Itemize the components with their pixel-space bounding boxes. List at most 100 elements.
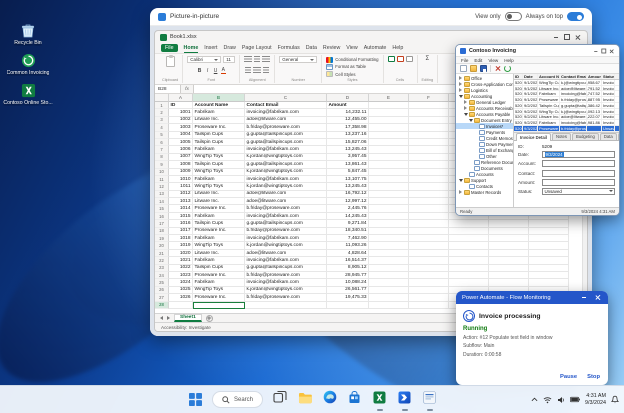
- cell-D7[interactable]: 13,245.43: [327, 146, 369, 154]
- align-center-icon[interactable]: [253, 67, 262, 73]
- tab-data[interactable]: Data: [599, 132, 617, 140]
- cell-D19[interactable]: 7,462.90: [327, 235, 369, 243]
- delete-icon[interactable]: [494, 65, 501, 72]
- row-header-23[interactable]: 23: [155, 264, 169, 272]
- ribbon-tab-automate[interactable]: Automate: [364, 45, 387, 51]
- row-header-8[interactable]: 8: [155, 153, 169, 162]
- sheet-nav-right-icon[interactable]: [167, 316, 170, 320]
- cell-E19[interactable]: [369, 235, 409, 243]
- desktop-icon-common-invoicing[interactable]: Common Invoicing: [2, 52, 54, 76]
- notifications-bell-icon[interactable]: [611, 395, 619, 404]
- wifi-icon[interactable]: [543, 396, 552, 404]
- cell-C19[interactable]: invoicing@fabrikam.com: [245, 235, 327, 243]
- row-header-26[interactable]: 26: [155, 286, 169, 295]
- align-top-icon[interactable]: [244, 56, 253, 62]
- start-button[interactable]: [185, 389, 205, 411]
- cell-A5[interactable]: 1004: [169, 131, 193, 139]
- always-on-top-toggle[interactable]: [567, 12, 584, 21]
- cell-F2[interactable]: [409, 109, 449, 117]
- maximize-icon[interactable]: [562, 33, 571, 41]
- amount-field[interactable]: [542, 178, 615, 186]
- row-header-28[interactable]: 28: [155, 301, 169, 309]
- cell-D26[interactable]: 26,561.77: [327, 286, 369, 295]
- row-header-21[interactable]: 21: [155, 249, 169, 258]
- tree-item-cross-application-components[interactable]: Cross-Application Components: [456, 81, 513, 87]
- cell-H24[interactable]: [489, 271, 529, 280]
- cell-I24[interactable]: [529, 271, 569, 280]
- font-color-button[interactable]: A: [220, 67, 226, 74]
- cell-C22[interactable]: invoicing@fabrikam.com: [245, 257, 327, 265]
- row-header-25[interactable]: 25: [155, 279, 169, 287]
- cell-F15[interactable]: [409, 205, 449, 213]
- cell-D16[interactable]: 14,245.43: [327, 212, 369, 221]
- cell-D8[interactable]: 3,957.45: [327, 153, 369, 162]
- tree-arrow-icon[interactable]: [458, 76, 463, 81]
- column-header-D[interactable]: D: [327, 94, 369, 102]
- cell-F24[interactable]: [409, 271, 449, 280]
- cell-E4[interactable]: [369, 124, 409, 132]
- desktop-icon-recycle-bin[interactable]: Recycle Bin: [2, 22, 54, 46]
- cell-A28[interactable]: [169, 301, 193, 309]
- menu-view[interactable]: View: [488, 58, 498, 63]
- cell-C7[interactable]: invoicing@fabrikam.com: [245, 146, 327, 154]
- cell-B22[interactable]: Fabrikam: [193, 257, 245, 265]
- cell-H21[interactable]: [489, 249, 529, 258]
- cell-H19[interactable]: [489, 235, 529, 243]
- cell-G21[interactable]: [449, 249, 489, 258]
- cell-A11[interactable]: 1010: [169, 175, 193, 184]
- taskbar-app-contoso[interactable]: [420, 386, 439, 413]
- minimize-icon[interactable]: [579, 294, 588, 302]
- cell-F20[interactable]: [409, 242, 449, 250]
- row-header-18[interactable]: 18: [155, 227, 169, 236]
- cell-C5[interactable]: g.gupta@tailspincups.com: [245, 131, 327, 139]
- cell-D15[interactable]: 2,445.76: [327, 205, 369, 213]
- cell-C8[interactable]: k.jordan@wingtiptoys.com: [245, 153, 327, 162]
- tab-budgeting[interactable]: Budgeting: [571, 132, 599, 140]
- row-header-20[interactable]: 20: [155, 242, 169, 250]
- view-only-toggle[interactable]: [504, 12, 522, 21]
- taskbar-app-task-view[interactable]: [270, 386, 289, 413]
- cell-H18[interactable]: [489, 227, 529, 236]
- tree-arrow-icon[interactable]: [468, 118, 473, 123]
- cell-F8[interactable]: [409, 153, 449, 162]
- cell-D6[interactable]: 15,827.06: [327, 138, 369, 147]
- cell-B9[interactable]: Tailspin Cups: [193, 161, 245, 169]
- date-field[interactable]: 9/3/2024: [542, 151, 615, 159]
- cell-A20[interactable]: 1019: [169, 242, 193, 250]
- ribbon-tab-data[interactable]: Data: [306, 45, 317, 51]
- pause-button[interactable]: Pause: [560, 374, 577, 380]
- grid-col-date[interactable]: Date: [523, 74, 538, 79]
- cell-D25[interactable]: 10,088.24: [327, 279, 369, 287]
- close-icon[interactable]: [573, 33, 582, 41]
- cell-I25[interactable]: [529, 279, 569, 287]
- cell-D20[interactable]: 11,093.26: [327, 242, 369, 250]
- cell-C3[interactable]: adoe@litware.com: [245, 116, 327, 125]
- ribbon-tab-help[interactable]: Help: [392, 45, 403, 51]
- cell-A16[interactable]: 1015: [169, 212, 193, 221]
- cell-D22[interactable]: 16,514.37: [327, 257, 369, 265]
- ribbon-tab-file[interactable]: File: [161, 44, 178, 52]
- cell-I20[interactable]: [529, 242, 569, 250]
- cell-B1[interactable]: Account Name: [193, 102, 245, 110]
- number-format-combo[interactable]: General: [279, 56, 318, 63]
- cell-E6[interactable]: [369, 138, 409, 147]
- cell-D5[interactable]: 13,237.16: [327, 131, 369, 139]
- conditional-formatting-button[interactable]: Conditional Formatting: [326, 56, 379, 63]
- cell-G23[interactable]: [449, 264, 489, 272]
- row-header-22[interactable]: 22: [155, 257, 169, 265]
- cell-E15[interactable]: [369, 205, 409, 213]
- cell-G20[interactable]: [449, 242, 489, 250]
- align-left-icon[interactable]: [245, 67, 252, 73]
- cell-C27[interactable]: b.friday@proseware.com: [245, 294, 327, 302]
- cell-B6[interactable]: Tailspin Cups: [193, 138, 245, 147]
- cell-B20[interactable]: WingTip Toys: [193, 242, 245, 250]
- cell-D24[interactable]: 28,945.77: [327, 271, 369, 280]
- delete-cells-icon[interactable]: [396, 56, 404, 62]
- minimize-icon[interactable]: [551, 33, 560, 41]
- invoice-row[interactable]: 52099/3/2024Proseware Inc.b.friday@prose…: [514, 126, 619, 132]
- taskbar-app-edge[interactable]: [320, 386, 339, 413]
- row-header-1[interactable]: 1: [155, 102, 169, 110]
- cell-A13[interactable]: 1012: [169, 190, 193, 199]
- name-box[interactable]: B28: [155, 85, 181, 93]
- cell-E1[interactable]: [369, 102, 409, 110]
